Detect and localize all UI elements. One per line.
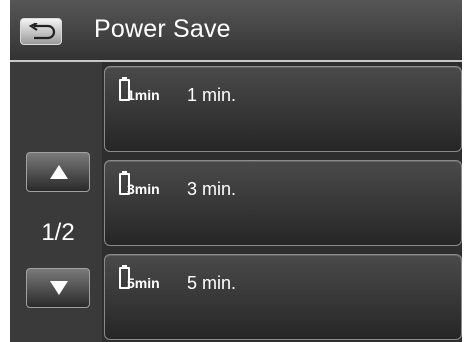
option-3-min[interactable]: 3min 3 min. (104, 160, 462, 246)
triangle-up-icon (50, 165, 68, 179)
power-save-screen: Power Save 1/2 1min 1 min. 3min 3 min. 5… (10, 0, 462, 342)
option-label: 3 min. (187, 179, 237, 199)
back-button[interactable] (20, 18, 62, 45)
option-label: 1 min. (187, 85, 237, 105)
option-label: 5 min. (187, 273, 237, 293)
battery-timer-icon: 5min (117, 265, 177, 301)
battery-timer-icon: 3min (117, 171, 177, 207)
page-title: Power Save (94, 15, 231, 43)
option-5-min[interactable]: 5min 5 min. (104, 254, 462, 340)
header-bar: Power Save (10, 0, 462, 62)
page-down-button[interactable] (26, 268, 90, 308)
page-indicator: 1/2 (41, 219, 75, 246)
battery-timer-text: 5min (127, 275, 160, 291)
page-up-button[interactable] (26, 152, 90, 192)
pager-column: 1/2 (10, 62, 102, 342)
battery-timer-icon: 1min (117, 77, 177, 113)
battery-timer-text: 1min (127, 87, 160, 103)
option-1-min[interactable]: 1min 1 min. (104, 66, 462, 152)
back-arrow-icon (28, 23, 56, 40)
battery-timer-text: 3min (127, 181, 160, 197)
triangle-down-icon (50, 281, 68, 295)
